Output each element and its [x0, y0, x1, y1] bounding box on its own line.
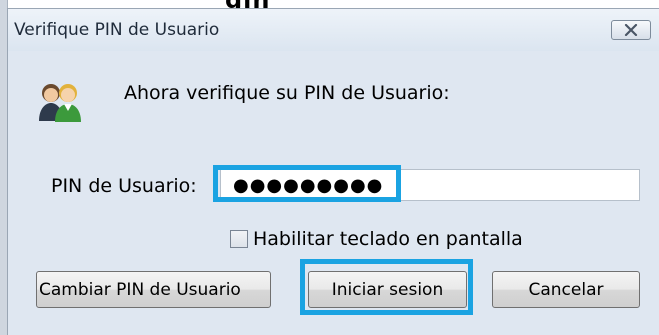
- close-icon: [624, 24, 638, 36]
- login-button[interactable]: Iniciar sesion: [308, 271, 467, 308]
- cancel-button[interactable]: Cancelar: [492, 271, 640, 308]
- onscreen-keyboard-label: Habilitar teclado en pantalla: [253, 228, 523, 250]
- onscreen-keyboard-checkbox[interactable]: [230, 230, 248, 248]
- onscreen-keyboard-toggle[interactable]: Habilitar teclado en pantalla: [230, 228, 523, 250]
- change-pin-button[interactable]: Cambiar PIN de Usuario: [36, 271, 271, 308]
- pin-input[interactable]: ●●●●●●●●●: [220, 169, 640, 201]
- dialog-titlebar[interactable]: Verifique PIN de Usuario: [8, 9, 659, 51]
- verify-pin-dialog: Verifique PIN de Usuario Ahora verifique…: [7, 8, 659, 335]
- pin-label: PIN de Usuario:: [51, 175, 197, 197]
- pin-prompt-text: Ahora verifique su PIN de Usuario:: [124, 82, 450, 104]
- users-icon: [38, 81, 82, 123]
- pin-masked-value: ●●●●●●●●●: [233, 175, 384, 196]
- dialog-title: Verifique PIN de Usuario: [14, 20, 220, 40]
- close-button[interactable]: [611, 20, 651, 40]
